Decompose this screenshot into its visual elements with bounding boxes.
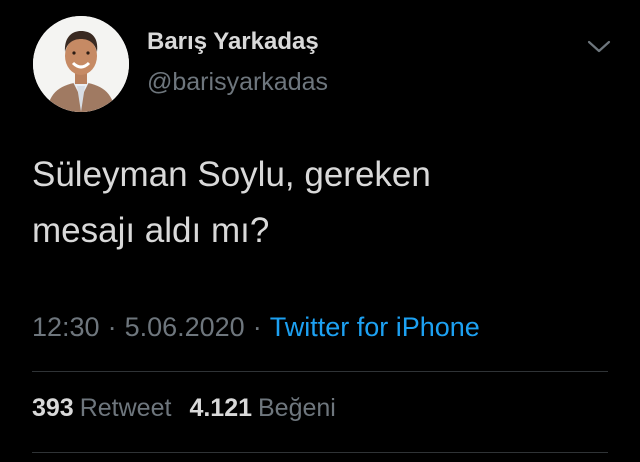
tweet-card: Barış Yarkadaş @barisyarkadas Süleyman S… <box>0 0 640 462</box>
likes-label: Beğeni <box>258 394 336 422</box>
retweets-count: 393 <box>32 394 74 422</box>
more-options-button[interactable] <box>585 34 613 58</box>
divider <box>32 371 608 372</box>
tweet-meta: 12:30 · 5.06.2020 · Twitter for iPhone <box>32 312 480 343</box>
avatar-photo <box>33 16 129 112</box>
tweet-text-line: mesajı aldı mı? <box>32 211 270 250</box>
author-avatar[interactable] <box>33 16 129 112</box>
tweet-source-link[interactable]: Twitter for iPhone <box>270 312 480 342</box>
tweet-text: Süleyman Soylu, gereken mesajı aldı mı? <box>32 147 592 259</box>
tweet-time[interactable]: 12:30 <box>32 312 100 342</box>
likes-count: 4.121 <box>189 394 252 422</box>
tweet-text-line: Süleyman Soylu, gereken <box>32 155 431 194</box>
retweets-stat[interactable]: 393 Retweet <box>32 394 171 422</box>
retweets-label: Retweet <box>79 394 172 422</box>
meta-separator: · <box>107 312 117 342</box>
tweet-date[interactable]: 5.06.2020 <box>125 312 245 342</box>
divider <box>32 452 608 453</box>
tweet-stats: 393 Retweet 4.121 Beğeni <box>32 394 336 423</box>
author-handle[interactable]: @barisyarkadas <box>147 68 328 97</box>
likes-stat[interactable]: 4.121 Beğeni <box>189 394 335 422</box>
chevron-down-icon <box>587 40 611 53</box>
meta-separator: · <box>252 312 262 342</box>
author-name[interactable]: Barış Yarkadaş <box>147 28 319 56</box>
